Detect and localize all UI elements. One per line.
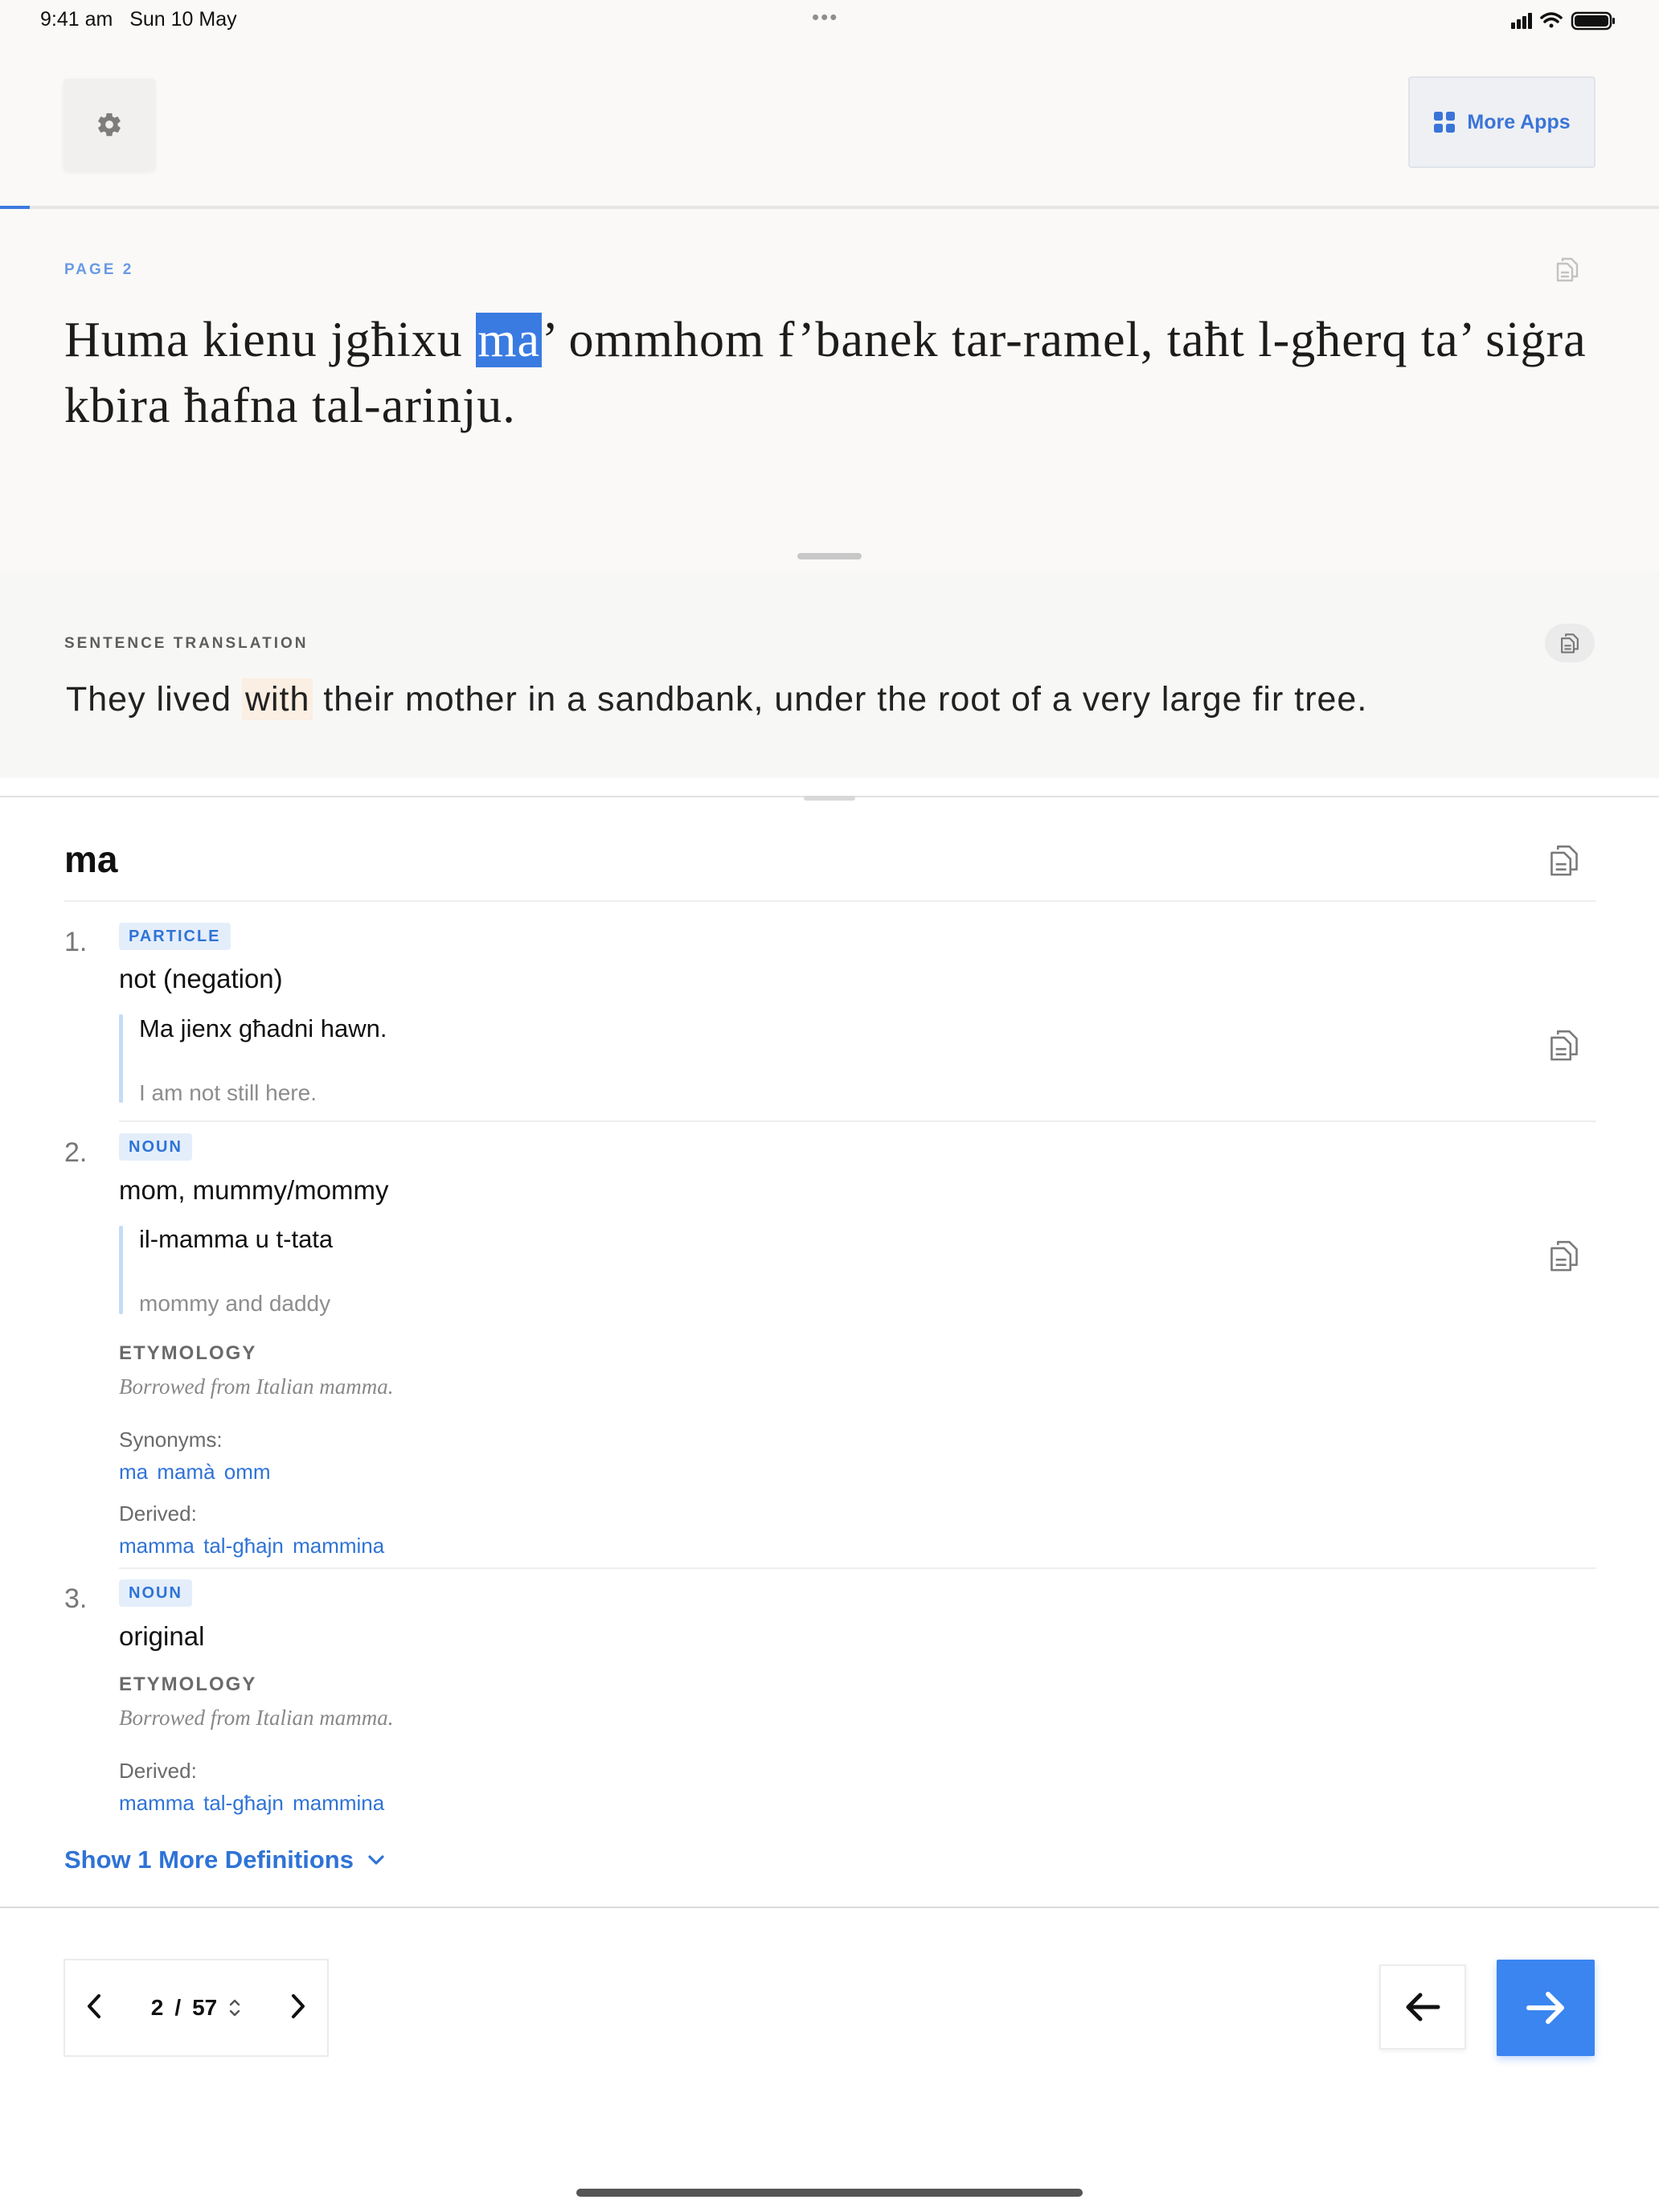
example-translation: I am not still here.	[139, 1080, 317, 1105]
derived-links[interactable]: mamma tal-għajn mammina	[119, 1791, 384, 1816]
translation-sentence: They lived with their mother in a sandba…	[66, 678, 1368, 720]
next-page-button[interactable]	[287, 1993, 308, 2024]
reading-resize-handle[interactable]	[797, 553, 862, 559]
definition-divider	[119, 1567, 1596, 1569]
copy-icon	[1561, 633, 1579, 653]
page-label: PAGE 2	[64, 261, 134, 278]
translation-text-after: their mother in a sandbank, under the ro…	[313, 680, 1368, 719]
definition-gloss: mom, mummy/mommy	[119, 1175, 389, 1205]
gear-icon	[98, 113, 121, 137]
more-apps-label: More Apps	[1467, 110, 1571, 133]
example-sentence: Ma jienx għadni hawn.	[139, 1014, 387, 1043]
home-indicator[interactable]	[576, 2189, 1083, 2197]
page-navigator: 2 / 57	[63, 1959, 329, 2057]
definition-gloss: original	[119, 1621, 205, 1651]
copy-icon	[1550, 1240, 1578, 1272]
etymology-text: Borrowed from Italian mamma.	[119, 1374, 394, 1399]
arrow-right-icon	[1526, 1992, 1564, 2024]
definition-number: 1.	[64, 927, 88, 957]
show-more-label: Show 1 More Definitions	[64, 1845, 354, 1874]
total-pages: 57	[192, 1995, 218, 2020]
definition-divider	[119, 1120, 1596, 1122]
synonyms-label: Synonyms:	[119, 1428, 223, 1452]
show-more-definitions-button[interactable]: Show 1 More Definitions	[64, 1845, 386, 1874]
dictionary-headword: ma	[64, 838, 118, 880]
example-quote-bar	[119, 1226, 123, 1314]
pos-badge: NOUN	[119, 1579, 192, 1607]
grid-icon	[1434, 112, 1456, 133]
reading-sentence: Huma kienu jgħixu ma’ ommhom f’banek tar…	[64, 307, 1600, 439]
translation-highlighted-word: with	[241, 678, 313, 720]
example-copy-button[interactable]	[1548, 1027, 1580, 1067]
synonyms-links[interactable]: ma mamà omm	[119, 1460, 271, 1485]
next-sentence-button[interactable]	[1497, 1960, 1595, 2056]
derived-label: Derived:	[119, 1501, 197, 1526]
status-time: 9:41 am	[40, 8, 113, 31]
pos-badge: NOUN	[119, 1133, 192, 1161]
page-selector[interactable]: 2 / 57	[151, 1995, 242, 2021]
headword-copy-button[interactable]	[1548, 842, 1580, 882]
etymology-text: Borrowed from Italian mamma.	[119, 1706, 394, 1730]
example-sentence: il-mamma u t-tata	[139, 1225, 334, 1253]
page-separator: /	[174, 1995, 182, 2020]
chevron-down-icon	[368, 1855, 384, 1865]
battery-icon	[1571, 11, 1615, 31]
toolbar-divider	[0, 1907, 1659, 1908]
current-page: 2	[150, 1995, 164, 2020]
translation-text-before: They lived	[66, 680, 242, 719]
example-quote-bar	[119, 1014, 123, 1103]
status-clock: 9:41 am Sun 10 May	[40, 8, 237, 31]
status-icons	[1509, 10, 1622, 31]
multitasking-dots[interactable]: •••	[812, 5, 838, 30]
example-translation: mommy and daddy	[139, 1291, 331, 1316]
chevron-up-down-icon	[230, 1999, 240, 2017]
dictionary-resize-handle[interactable]	[804, 796, 855, 801]
definition-number: 2.	[64, 1137, 88, 1168]
headword-divider	[64, 900, 1596, 902]
derived-label: Derived:	[119, 1759, 197, 1783]
wifi-icon	[1540, 12, 1563, 28]
pos-badge: PARTICLE	[119, 923, 231, 950]
translation-copy-button[interactable]	[1545, 624, 1595, 662]
copy-icon	[1550, 845, 1578, 876]
etymology-heading: ETYMOLOGY	[119, 1342, 257, 1364]
derived-links[interactable]: mamma tal-għajn mammina	[119, 1534, 384, 1559]
copy-icon	[1550, 1030, 1578, 1061]
etymology-heading: ETYMOLOGY	[119, 1673, 257, 1695]
reading-text-before[interactable]: Huma kienu jgħixu	[64, 313, 476, 367]
arrow-left-icon	[1406, 1993, 1440, 2022]
previous-page-button[interactable]	[84, 1993, 105, 2024]
translation-label: SENTENCE TRANSLATION	[64, 635, 309, 652]
definition-number: 3.	[64, 1583, 88, 1614]
selected-word[interactable]: ma	[476, 313, 542, 367]
definition-gloss: not (negation)	[119, 964, 283, 993]
settings-button[interactable]	[63, 79, 155, 170]
example-copy-button[interactable]	[1548, 1238, 1580, 1277]
signal-icon	[1511, 13, 1532, 29]
translation-panel	[0, 572, 1659, 778]
chevron-right-icon	[291, 1993, 305, 2018]
status-date: Sun 10 May	[129, 8, 237, 31]
chevron-left-icon	[88, 1993, 100, 2018]
previous-sentence-button[interactable]	[1379, 1964, 1466, 2050]
more-apps-button[interactable]: More Apps	[1408, 76, 1596, 168]
copy-icon	[1556, 257, 1579, 282]
page-copy-button[interactable]	[1555, 256, 1579, 287]
